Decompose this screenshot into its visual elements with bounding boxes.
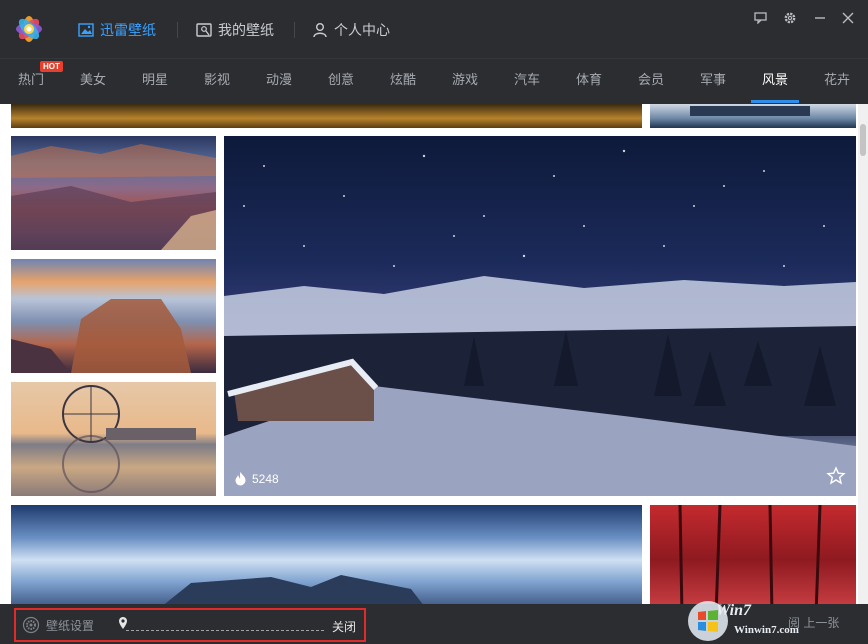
category-games[interactable]: 游戏 [451, 59, 479, 103]
night-snow-cabin-image [224, 149, 856, 496]
red-forest-image [678, 505, 822, 604]
category-creative[interactable]: 创意 [327, 59, 355, 103]
wallpaper-thumbnail[interactable] [11, 505, 642, 604]
wallpaper-settings-button[interactable]: 壁纸设置 [22, 616, 94, 634]
divider [177, 22, 178, 38]
hot-count-badge: 5248 [234, 471, 279, 486]
portrait-icon [196, 23, 212, 37]
settings-label: 壁纸设置 [46, 618, 95, 633]
flame-icon [235, 472, 246, 486]
wallpaper-thumbnail[interactable] [11, 136, 216, 250]
scrollbar[interactable] [858, 104, 868, 604]
user-icon [313, 23, 327, 38]
wallpaper-thumbnail[interactable] [11, 104, 642, 128]
gear-icon [784, 12, 796, 24]
watermark-url: Winwin7.com [734, 624, 799, 636]
image-icon [78, 23, 94, 37]
minimize-icon [815, 17, 825, 19]
hot-badge: HOT [40, 61, 63, 72]
tab-xunlei-wallpaper[interactable]: 迅雷壁纸 [78, 18, 156, 42]
mountain-clouds-image [164, 575, 423, 604]
slider-track [126, 630, 324, 631]
tab-my-wallpaper[interactable]: 我的壁纸 [196, 18, 274, 42]
canyon-sunset-image [11, 299, 191, 373]
feedback-button[interactable] [750, 8, 770, 28]
app-window: 迅雷壁纸 我的壁纸 个人中心 热门 美女 明星 影视 动漫 创意 炫酷 游戏 汽… [0, 0, 868, 644]
category-label: 汽车 [513, 72, 540, 87]
category-military[interactable]: 军事 [699, 59, 727, 103]
category-bar: 热门 美女 明星 影视 动漫 创意 炫酷 游戏 汽车 体育 会员 军事 风景 花… [0, 58, 868, 104]
ferris-wheel-image [62, 385, 196, 493]
category-label: 体育 [575, 72, 602, 87]
close-window-button[interactable] [838, 8, 858, 28]
category-label: 花卉 [823, 72, 850, 87]
tab-label: 个人中心 [334, 22, 390, 38]
wallpaper-thumbnail[interactable] [11, 382, 216, 496]
hot-count: 5248 [252, 471, 279, 486]
tab-label: 我的壁纸 [218, 22, 274, 38]
wallpaper-thumbnail[interactable] [11, 259, 216, 373]
watermark-brand: Win7 [716, 602, 751, 619]
category-scenery[interactable]: 风景 [751, 59, 799, 103]
wallpaper-thumbnail[interactable] [650, 104, 856, 128]
category-beauty[interactable]: 美女 [79, 59, 107, 103]
wallpaper-thumbnail[interactable] [650, 505, 856, 604]
minimize-button[interactable] [810, 8, 830, 28]
scrollbar-thumb[interactable] [860, 124, 866, 156]
category-label: 明星 [141, 72, 168, 87]
category-label: 军事 [699, 72, 726, 87]
category-cool[interactable]: 炫酷 [389, 59, 417, 103]
app-logo-icon [16, 16, 42, 42]
location-pin-icon [119, 617, 127, 629]
wallpaper-grid: 5248 [0, 104, 868, 604]
category-vip[interactable]: 会员 [637, 59, 665, 103]
category-stars[interactable]: 明星 [141, 59, 169, 103]
category-label: 会员 [637, 72, 664, 87]
canyon-image [11, 144, 216, 250]
category-film[interactable]: 影视 [203, 59, 231, 103]
category-sports[interactable]: 体育 [575, 59, 603, 103]
category-label: 动漫 [265, 72, 292, 87]
gear-icon [22, 616, 40, 634]
category-label: 创意 [327, 72, 354, 87]
category-anime[interactable]: 动漫 [265, 59, 293, 103]
settings-button[interactable] [780, 8, 800, 28]
featured-wallpaper[interactable]: 5248 [224, 136, 856, 496]
category-label: 美女 [79, 72, 106, 87]
category-cars[interactable]: 汽车 [513, 59, 541, 103]
category-flowers[interactable]: 花卉 [823, 59, 851, 103]
wallpaper-settings-panel: 壁纸设置 关闭 [14, 608, 366, 642]
tab-personal-center[interactable]: 个人中心 [312, 18, 390, 42]
star-favorite-icon[interactable] [826, 466, 846, 486]
category-label: 游戏 [451, 72, 478, 87]
title-bar: 迅雷壁纸 我的壁纸 个人中心 [0, 0, 868, 58]
close-settings-button[interactable]: 关闭 [332, 618, 356, 635]
category-label: 热门 [17, 72, 44, 87]
divider [294, 22, 295, 38]
category-label: 炫酷 [389, 72, 416, 87]
tab-label: 迅雷壁纸 [100, 22, 156, 38]
category-label: 影视 [203, 72, 230, 87]
category-label: 风景 [761, 72, 788, 87]
feedback-icon [753, 12, 767, 24]
close-icon [842, 12, 854, 24]
win7-watermark-logo [688, 601, 728, 641]
interval-slider[interactable] [118, 616, 328, 636]
